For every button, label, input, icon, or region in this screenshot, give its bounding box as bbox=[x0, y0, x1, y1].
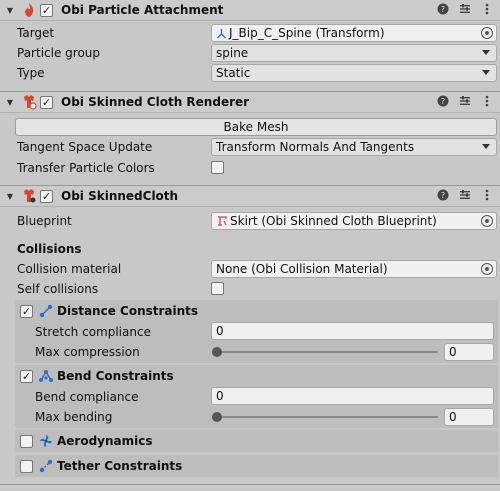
particle-group-label: Particle group bbox=[17, 46, 101, 60]
aerodynamics-icon bbox=[39, 434, 53, 448]
stretch-compliance-value: 0 bbox=[216, 324, 224, 338]
component-enabled-checkbox[interactable]: ✓ bbox=[40, 189, 53, 203]
component-header-skinned-cloth[interactable]: ▼ ✓ Obi SkinnedCloth ? bbox=[0, 185, 500, 207]
help-icon[interactable]: ? bbox=[436, 2, 450, 16]
foldout-arrow-icon[interactable]: ▼ bbox=[4, 98, 16, 107]
collision-material-field[interactable]: None (Obi Collision Material) bbox=[211, 260, 497, 278]
svg-text:?: ? bbox=[441, 191, 445, 200]
component-enabled-checkbox[interactable]: ✓ bbox=[40, 3, 53, 17]
aerodynamics-title: Aerodynamics bbox=[57, 434, 153, 448]
bend-constraints-checkbox[interactable]: ✓ bbox=[20, 369, 33, 383]
stretch-compliance-input[interactable]: 0 bbox=[211, 322, 494, 340]
context-menu-icon[interactable] bbox=[480, 94, 494, 108]
max-compression-slider[interactable] bbox=[216, 351, 438, 353]
max-compression-slider-thumb[interactable] bbox=[212, 347, 222, 357]
presets-icon[interactable] bbox=[458, 2, 472, 16]
bend-constraints-header[interactable]: ✓ Bend Constraints bbox=[15, 365, 498, 387]
max-bending-slider-thumb[interactable] bbox=[212, 412, 222, 422]
target-field[interactable]: J_Bip_C_Spine (Transform) bbox=[211, 24, 497, 42]
component-title: Obi Skinned Cloth Renderer bbox=[61, 95, 250, 109]
max-compression-value: 0 bbox=[449, 345, 457, 359]
particle-group-value: spine bbox=[216, 46, 249, 60]
bend-constraint-icon bbox=[39, 369, 53, 383]
object-picker-icon[interactable] bbox=[481, 27, 493, 39]
distance-constraint-icon bbox=[39, 304, 53, 318]
component-title: Obi SkinnedCloth bbox=[61, 189, 179, 203]
max-bending-slider[interactable] bbox=[216, 416, 438, 418]
max-bending-input[interactable]: 0 bbox=[444, 408, 494, 426]
stretch-compliance-label: Stretch compliance bbox=[35, 325, 151, 339]
tangent-space-dropdown[interactable]: Transform Normals And Tangents bbox=[211, 138, 497, 156]
component-title: Obi Particle Attachment bbox=[61, 3, 224, 17]
obi-cloth-renderer-icon bbox=[20, 94, 38, 110]
tether-constraints-header[interactable]: Tether Constraints bbox=[15, 455, 498, 477]
component-header-particle-attachment[interactable]: ▼ ✓ Obi Particle Attachment ? bbox=[0, 0, 500, 21]
transfer-colors-checkbox[interactable] bbox=[211, 161, 224, 174]
blueprint-label: Blueprint bbox=[17, 214, 72, 228]
foldout-arrow-icon[interactable]: ▼ bbox=[4, 192, 16, 201]
aerodynamics-header[interactable]: Aerodynamics bbox=[15, 430, 498, 452]
collision-material-value: None (Obi Collision Material) bbox=[216, 262, 388, 276]
aerodynamics-checkbox[interactable] bbox=[20, 434, 33, 448]
bend-compliance-label: Bend compliance bbox=[35, 390, 139, 404]
obi-skinned-cloth-icon bbox=[20, 188, 38, 204]
bake-mesh-button[interactable]: Bake Mesh bbox=[15, 118, 497, 136]
max-bending-value: 0 bbox=[449, 410, 457, 424]
distance-constraints-title: Distance Constraints bbox=[57, 304, 199, 318]
presets-icon[interactable] bbox=[458, 94, 472, 108]
presets-icon[interactable] bbox=[458, 188, 472, 202]
particle-group-dropdown[interactable]: spine bbox=[211, 44, 497, 62]
svg-text:?: ? bbox=[441, 5, 445, 14]
blueprint-value: Skirt (Obi Skinned Cloth Blueprint) bbox=[230, 214, 437, 228]
object-picker-icon[interactable] bbox=[481, 263, 493, 275]
tangent-space-value: Transform Normals And Tangents bbox=[216, 140, 415, 154]
max-bending-label: Max bending bbox=[35, 410, 113, 424]
max-compression-input[interactable]: 0 bbox=[444, 343, 494, 361]
component-header-cloth-renderer[interactable]: ▼ ✓ Obi Skinned Cloth Renderer ? bbox=[0, 91, 500, 113]
help-icon[interactable]: ? bbox=[436, 188, 450, 202]
tether-constraint-icon bbox=[39, 459, 53, 473]
obi-particle-attachment-icon bbox=[20, 2, 38, 18]
foldout-arrow-icon[interactable]: ▼ bbox=[4, 6, 16, 15]
svg-text:?: ? bbox=[441, 97, 445, 106]
tangent-space-label: Tangent Space Update bbox=[17, 140, 153, 154]
tether-constraints-title: Tether Constraints bbox=[57, 459, 183, 473]
inspector-bottom-divider bbox=[0, 484, 500, 485]
tether-constraints-checkbox[interactable] bbox=[20, 459, 33, 473]
transform-icon bbox=[216, 28, 227, 39]
distance-constraints-checkbox[interactable]: ✓ bbox=[20, 304, 33, 318]
distance-constraints-header[interactable]: ✓ Distance Constraints bbox=[15, 300, 498, 322]
target-label: Target bbox=[17, 26, 55, 40]
dropdown-arrow-icon bbox=[482, 50, 490, 55]
type-dropdown[interactable]: Static bbox=[211, 64, 497, 82]
type-value: Static bbox=[216, 66, 251, 80]
bend-constraints-title: Bend Constraints bbox=[57, 369, 174, 383]
dropdown-arrow-icon bbox=[482, 144, 490, 149]
collisions-heading: Collisions bbox=[17, 242, 82, 256]
blueprint-field[interactable]: Skirt (Obi Skinned Cloth Blueprint) bbox=[211, 212, 497, 230]
context-menu-icon[interactable] bbox=[480, 188, 494, 202]
context-menu-icon[interactable] bbox=[480, 2, 494, 16]
cloth-blueprint-icon bbox=[216, 215, 228, 227]
self-collisions-label: Self collisions bbox=[17, 282, 99, 296]
type-label: Type bbox=[17, 66, 45, 80]
max-compression-label: Max compression bbox=[35, 345, 140, 359]
target-value: J_Bip_C_Spine (Transform) bbox=[229, 26, 385, 40]
help-icon[interactable]: ? bbox=[436, 94, 450, 108]
dropdown-arrow-icon bbox=[482, 70, 490, 75]
collision-material-label: Collision material bbox=[17, 262, 122, 276]
component-enabled-checkbox[interactable]: ✓ bbox=[40, 95, 53, 109]
bend-compliance-input[interactable]: 0 bbox=[211, 387, 494, 405]
object-picker-icon[interactable] bbox=[481, 215, 493, 227]
transfer-colors-label: Transfer Particle Colors bbox=[17, 161, 155, 175]
self-collisions-checkbox[interactable] bbox=[211, 282, 224, 295]
bend-compliance-value: 0 bbox=[216, 389, 224, 403]
